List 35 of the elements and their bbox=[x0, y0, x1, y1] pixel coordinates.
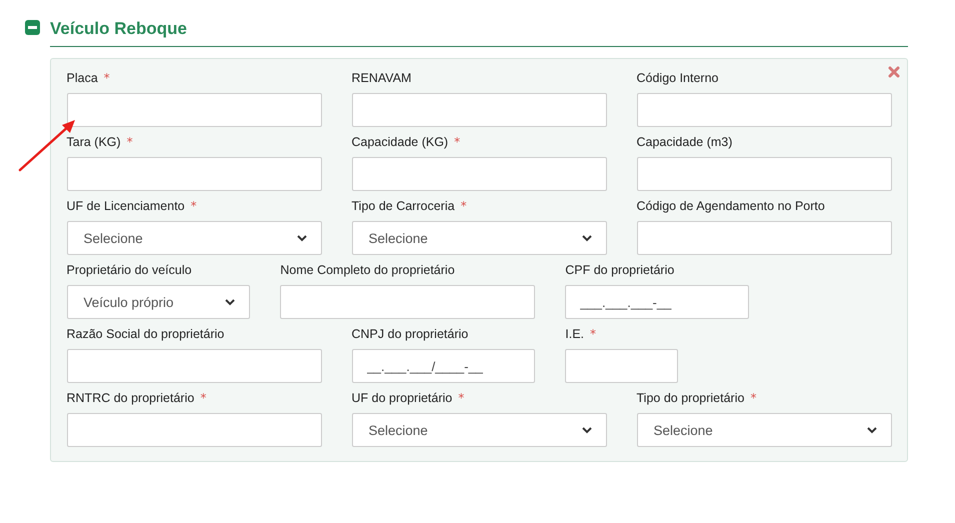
input-field[interactable]: ___.___.___-__ bbox=[565, 285, 749, 319]
required-mark: * bbox=[200, 391, 206, 405]
field-label: Placa bbox=[66, 71, 98, 85]
select-field[interactable]: Selecione bbox=[66, 221, 322, 255]
select-field[interactable]: Selecione bbox=[636, 413, 892, 447]
field-label: Nome Completo do proprietário bbox=[280, 263, 455, 277]
required-mark: * bbox=[458, 391, 464, 405]
field-label: I.E. bbox=[565, 327, 584, 341]
required-mark: * bbox=[750, 391, 756, 405]
field-label: Razão Social do proprietário bbox=[66, 327, 224, 341]
field-label: Tipo de Carroceria bbox=[352, 199, 455, 213]
field-label: Código Interno bbox=[636, 71, 719, 85]
required-mark: * bbox=[126, 135, 133, 149]
field-label: CPF do proprietário bbox=[565, 263, 674, 277]
input-field[interactable]: __.___.___/____-__ bbox=[352, 349, 536, 383]
field-label: Tara (KG) bbox=[66, 135, 121, 149]
field-label: UF de Licenciamento bbox=[66, 199, 185, 213]
field-label: Código de Agendamento no Porto bbox=[636, 199, 825, 213]
field-label: Tipo do proprietário bbox=[636, 391, 744, 405]
field-label: RNTRC do proprietário bbox=[66, 391, 194, 405]
required-mark: * bbox=[460, 199, 467, 213]
select-field[interactable]: Veículo próprio bbox=[66, 285, 250, 319]
select-field[interactable]: Selecione bbox=[352, 221, 606, 255]
required-mark: * bbox=[104, 71, 110, 85]
required-mark: * bbox=[454, 135, 460, 149]
field-label: Proprietário do veículo bbox=[66, 263, 192, 277]
field-label: UF do proprietário bbox=[352, 391, 452, 405]
field-label: Capacidade (m3) bbox=[636, 135, 732, 149]
required-mark: * bbox=[590, 327, 596, 341]
field-label: Capacidade (KG) bbox=[352, 135, 448, 149]
required-mark: * bbox=[190, 199, 197, 213]
select-field[interactable]: Selecione bbox=[352, 413, 606, 447]
section-title: Veículo Reboque bbox=[50, 19, 187, 38]
field-label: CNPJ do proprietário bbox=[352, 327, 468, 341]
field-label: RENAVAM bbox=[352, 71, 412, 85]
